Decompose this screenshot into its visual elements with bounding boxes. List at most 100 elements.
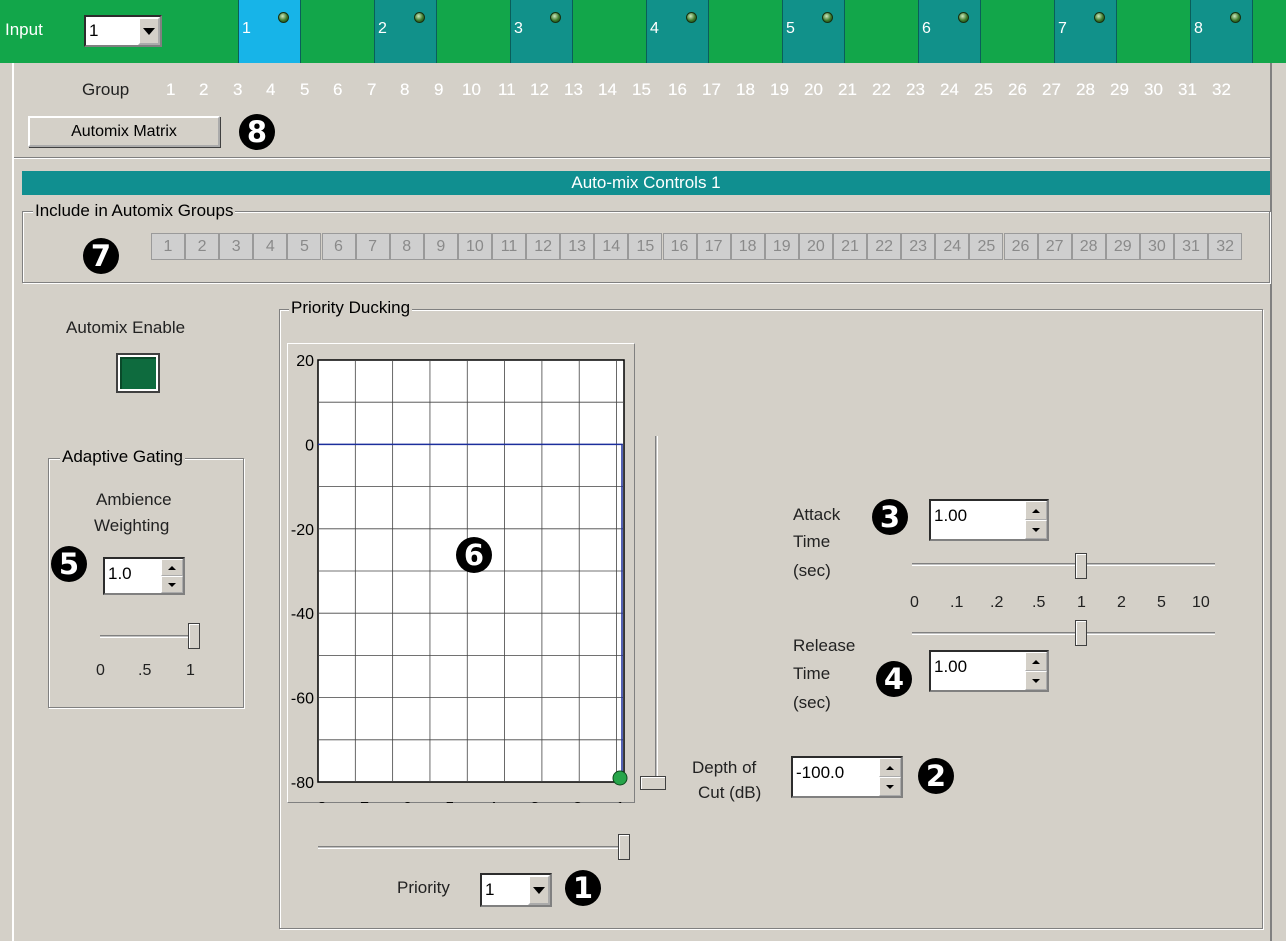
group-number[interactable]: 22 <box>872 80 891 100</box>
spin-down-icon[interactable] <box>1025 520 1047 539</box>
include-group-cell[interactable]: 2 <box>185 233 220 260</box>
group-number[interactable]: 18 <box>736 80 755 100</box>
group-number[interactable]: 2 <box>199 80 208 100</box>
release-slider-track[interactable] <box>912 632 1215 635</box>
group-number[interactable]: 32 <box>1212 80 1231 100</box>
group-number[interactable]: 4 <box>266 80 275 100</box>
release-slider-thumb[interactable] <box>1075 620 1087 646</box>
group-number[interactable]: 19 <box>770 80 789 100</box>
include-group-cell[interactable]: 25 <box>969 233 1004 260</box>
include-group-cell[interactable]: 8 <box>389 233 424 260</box>
group-number[interactable]: 24 <box>940 80 959 100</box>
chevron-down-icon[interactable] <box>138 17 160 45</box>
release-time-spinbox[interactable]: 1.00 <box>929 650 1049 692</box>
include-group-cell[interactable]: 7 <box>355 233 390 260</box>
ambience-weighting-spinbox[interactable]: 1.0 <box>103 557 185 595</box>
include-group-cell[interactable]: 13 <box>560 233 595 260</box>
include-group-cell[interactable]: 30 <box>1139 233 1174 260</box>
group-number[interactable]: 28 <box>1076 80 1095 100</box>
group-number[interactable]: 3 <box>233 80 242 100</box>
include-group-cell[interactable]: 14 <box>594 233 629 260</box>
channel-5-tab[interactable]: 5 <box>782 0 845 63</box>
chevron-down-icon[interactable] <box>528 875 550 905</box>
spin-up-icon[interactable] <box>1025 652 1047 671</box>
spin-down-icon[interactable] <box>879 777 901 796</box>
priority-slider-track[interactable] <box>318 846 630 849</box>
ambience-slider-thumb[interactable] <box>188 623 200 649</box>
group-number[interactable]: 6 <box>333 80 342 100</box>
channel-2-tab[interactable]: 2 <box>374 0 437 63</box>
group-number[interactable]: 12 <box>530 80 549 100</box>
priority-select[interactable]: 1 <box>480 873 552 907</box>
spin-down-icon[interactable] <box>161 576 183 593</box>
include-group-cell[interactable]: 20 <box>798 233 833 260</box>
channel-6-tab[interactable]: 6 <box>918 0 981 63</box>
attack-slider-track[interactable] <box>912 563 1215 566</box>
include-group-cell[interactable]: 29 <box>1105 233 1140 260</box>
group-number[interactable]: 9 <box>434 80 443 100</box>
automix-matrix-button[interactable]: Automix Matrix <box>28 116 220 147</box>
group-number[interactable]: 15 <box>632 80 651 100</box>
channel-7-tab[interactable]: 7 <box>1054 0 1117 63</box>
input-select[interactable]: 1 <box>84 15 162 47</box>
spin-up-icon[interactable] <box>879 758 901 777</box>
group-number[interactable]: 13 <box>564 80 583 100</box>
group-number[interactable]: 21 <box>838 80 857 100</box>
group-number[interactable]: 20 <box>804 80 823 100</box>
include-group-cell[interactable]: 11 <box>492 233 526 260</box>
include-group-cell[interactable]: 27 <box>1037 233 1072 260</box>
include-group-cell[interactable]: 9 <box>423 233 458 260</box>
channel-3-tab[interactable]: 3 <box>510 0 573 63</box>
include-group-cell[interactable]: 31 <box>1174 233 1208 260</box>
group-number[interactable]: 27 <box>1042 80 1061 100</box>
include-group-cell[interactable]: 5 <box>287 233 322 260</box>
include-group-cell[interactable]: 15 <box>628 233 663 260</box>
attack-slider-thumb[interactable] <box>1075 553 1087 579</box>
group-number[interactable]: 23 <box>906 80 925 100</box>
include-group-cell[interactable]: 1 <box>151 233 185 260</box>
channel-8-tab[interactable]: 8 <box>1190 0 1253 63</box>
ambience-slider-track[interactable] <box>100 635 200 638</box>
include-group-cell[interactable]: 23 <box>901 233 936 260</box>
group-number[interactable]: 25 <box>974 80 993 100</box>
spin-up-icon[interactable] <box>161 559 183 576</box>
include-group-cell[interactable]: 17 <box>696 233 731 260</box>
include-group-cell[interactable]: 21 <box>833 233 867 260</box>
group-number[interactable]: 14 <box>598 80 617 100</box>
include-group-cell[interactable]: 4 <box>253 233 288 260</box>
depth-of-cut-spinbox[interactable]: -100.0 <box>791 756 903 798</box>
group-number[interactable]: 31 <box>1178 80 1197 100</box>
spin-down-icon[interactable] <box>1025 671 1047 690</box>
group-number[interactable]: 16 <box>668 80 687 100</box>
attack-time-spinbox[interactable]: 1.00 <box>929 499 1049 541</box>
include-group-cell[interactable]: 32 <box>1208 233 1243 260</box>
depth-slider-track[interactable] <box>655 436 658 776</box>
include-group-cell[interactable]: 3 <box>219 233 254 260</box>
group-number[interactable]: 8 <box>400 80 409 100</box>
include-group-cell[interactable]: 16 <box>662 233 697 260</box>
depth-slider-thumb[interactable] <box>640 776 666 790</box>
group-number[interactable]: 26 <box>1008 80 1027 100</box>
spin-up-icon[interactable] <box>1025 501 1047 520</box>
include-group-cell[interactable]: 18 <box>730 233 765 260</box>
include-group-cell[interactable]: 6 <box>321 233 356 260</box>
ducking-point-handle[interactable] <box>612 770 628 786</box>
group-number[interactable]: 10 <box>462 80 481 100</box>
group-number[interactable]: 5 <box>300 80 309 100</box>
group-number[interactable]: 30 <box>1144 80 1163 100</box>
group-number[interactable]: 11 <box>498 80 516 100</box>
channel-4-tab[interactable]: 4 <box>646 0 709 63</box>
include-group-cell[interactable]: 10 <box>457 233 492 260</box>
group-number[interactable]: 29 <box>1110 80 1129 100</box>
include-group-cell[interactable]: 19 <box>764 233 799 260</box>
group-number[interactable]: 1 <box>166 80 175 100</box>
include-group-cell[interactable]: 24 <box>935 233 970 260</box>
include-group-cell[interactable]: 28 <box>1071 233 1106 260</box>
priority-slider-thumb[interactable] <box>618 834 630 860</box>
include-group-cell[interactable]: 12 <box>526 233 561 260</box>
group-number[interactable]: 17 <box>702 80 721 100</box>
include-group-cell[interactable]: 22 <box>867 233 902 260</box>
group-number[interactable]: 7 <box>367 80 376 100</box>
channel-1-tab[interactable]: 1 <box>238 0 301 63</box>
include-group-cell[interactable]: 26 <box>1003 233 1038 260</box>
